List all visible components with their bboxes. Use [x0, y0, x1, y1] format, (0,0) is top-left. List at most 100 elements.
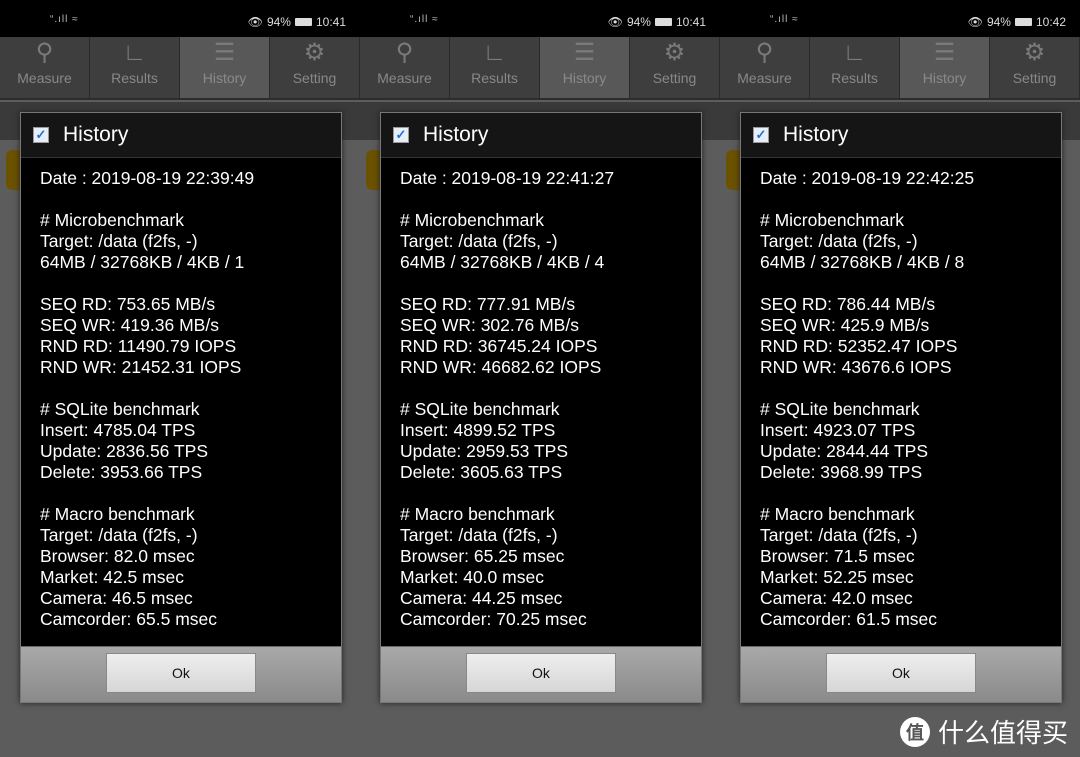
result-line: SEQ WR: 419.36 MB/s	[40, 315, 219, 335]
eye-comfort-icon: 👁︎	[247, 15, 263, 29]
eye-comfort-icon: 👁︎	[967, 15, 983, 29]
result-line: Camera: 44.25 msec	[400, 588, 563, 608]
result-line: Date : 2019-08-19 22:41:27	[400, 168, 615, 188]
ok-button[interactable]: Ok	[826, 653, 976, 693]
ok-button[interactable]: Ok	[106, 653, 256, 693]
tab-setting[interactable]: ⚙ Setting	[270, 37, 360, 98]
tab-history[interactable]: ☰ History	[180, 37, 270, 98]
result-line: SEQ RD: 777.91 MB/s	[400, 294, 576, 314]
tab-label: Setting	[292, 70, 337, 86]
result-line: Browser: 71.5 msec	[760, 546, 915, 566]
history-dialog: ✓ History Date : 2019-08-19 22:42:25 # Mic…	[740, 112, 1062, 703]
watermark-text: 什么值得买	[937, 718, 1068, 748]
dialog-footer: Ok	[741, 646, 1061, 702]
tab-label: Setting	[652, 70, 697, 86]
battery-percent: 94%	[626, 15, 651, 29]
result-line: Target: /data (f2fs, -)	[400, 231, 558, 251]
result-line: Update: 2844.44 TPS	[760, 441, 928, 461]
phone-screen: “.ıll ≈ 👁︎ 94% 10:41 ⚲ Measure ∟ Results ☰ Hist…	[0, 0, 360, 757]
status-bar: “.ıll ≈ 👁︎ 94% 10:41	[0, 0, 360, 37]
result-line: # Macro benchmark	[40, 504, 195, 524]
result-line: Target: /data (f2fs, -)	[40, 231, 198, 251]
result-line: # Macro benchmark	[400, 504, 555, 524]
result-line: Update: 2959.53 TPS	[400, 441, 568, 461]
result-line: Market: 42.5 msec	[40, 567, 184, 587]
result-line: Camera: 46.5 msec	[40, 588, 193, 608]
result-line: Target: /data (f2fs, -)	[760, 231, 918, 251]
result-line: RND WR: 43676.6 IOPS	[760, 357, 952, 377]
result-line: Browser: 65.25 msec	[400, 546, 565, 566]
tab-bar: ⚲ Measure ∟ Results ☰ History ⚙ Setting	[720, 37, 1080, 100]
result-line: SEQ WR: 302.76 MB/s	[400, 315, 579, 335]
tab-setting[interactable]: ⚙ Setting	[990, 37, 1080, 98]
tab-history[interactable]: ☰ History	[540, 37, 630, 98]
result-line: # Microbenchmark	[760, 210, 904, 230]
eye-comfort-icon: 👁︎	[607, 15, 623, 29]
battery-icon	[654, 18, 672, 26]
result-line: Market: 40.0 msec	[400, 567, 544, 587]
tab-results[interactable]: ∟ Results	[810, 37, 900, 98]
tab-label: Results	[111, 70, 158, 86]
tab-label: History	[922, 70, 967, 86]
gear-icon: ⚙	[1023, 39, 1046, 66]
signal-wifi-icon: “.ıll ≈	[50, 14, 79, 25]
result-line: Update: 2836.56 TPS	[40, 441, 208, 461]
tab-bar: ⚲ Measure ∟ Results ☰ History ⚙ Setting	[0, 37, 360, 100]
dialog-title: History	[63, 123, 129, 146]
dialog-header: ✓ History	[21, 113, 341, 158]
battery-icon	[1014, 18, 1032, 26]
gear-icon: ⚙	[303, 39, 326, 66]
result-line: Camcorder: 65.5 msec	[40, 609, 218, 629]
result-line: RND RD: 11490.79 IOPS	[40, 336, 237, 356]
result-line: Target: /data (f2fs, -)	[400, 525, 558, 545]
dialog-title: History	[783, 123, 849, 146]
result-line: # Microbenchmark	[40, 210, 184, 230]
checkbox-icon: ✓	[393, 127, 409, 143]
tab-label: Measure	[17, 70, 72, 86]
clock: 10:41	[315, 15, 346, 29]
tab-label: Results	[831, 70, 878, 86]
tab-results[interactable]: ∟ Results	[450, 37, 540, 98]
tab-measure[interactable]: ⚲ Measure	[0, 37, 90, 98]
chart-icon: ∟	[842, 39, 867, 66]
result-line: Insert: 4785.04 TPS	[40, 420, 196, 440]
ok-button[interactable]: Ok	[466, 653, 616, 693]
result-line: Camcorder: 61.5 msec	[760, 609, 938, 629]
result-line: Camcorder: 70.25 msec	[400, 609, 587, 629]
tab-setting[interactable]: ⚙ Setting	[630, 37, 720, 98]
clock: 10:42	[1035, 15, 1066, 29]
result-line: 64MB / 32768KB / 4KB / 4	[400, 252, 605, 272]
tab-label: Setting	[1012, 70, 1057, 86]
result-line: Camera: 42.0 msec	[760, 588, 913, 608]
tab-bar: ⚲ Measure ∟ Results ☰ History ⚙ Setting	[360, 37, 720, 100]
battery-icon	[294, 18, 312, 26]
search-icon: ⚲	[395, 39, 414, 66]
result-line: SEQ RD: 753.65 MB/s	[40, 294, 216, 314]
result-line: Target: /data (f2fs, -)	[40, 525, 198, 545]
tab-measure[interactable]: ⚲ Measure	[360, 37, 450, 98]
dialog-body: Date : 2019-08-19 22:41:27 # Microbenchma…	[381, 158, 701, 648]
result-line: Delete: 3953.66 TPS	[40, 462, 203, 482]
result-line: RND RD: 52352.47 IOPS	[760, 336, 958, 356]
signal-wifi-icon: “.ıll ≈	[410, 14, 439, 25]
status-bar: “.ıll ≈ 👁︎ 94% 10:41	[360, 0, 720, 37]
tab-results[interactable]: ∟ Results	[90, 37, 180, 98]
result-line: Target: /data (f2fs, -)	[760, 525, 918, 545]
result-line: # Microbenchmark	[400, 210, 544, 230]
tab-history[interactable]: ☰ History	[900, 37, 990, 98]
dialog-body: Date : 2019-08-19 22:42:25 # Microbenchma…	[741, 158, 1061, 648]
result-line: # Macro benchmark	[760, 504, 915, 524]
result-line: SEQ RD: 786.44 MB/s	[760, 294, 936, 314]
dialog-header: ✓ History	[741, 113, 1061, 158]
watermark: 值 什么值得买	[899, 713, 1068, 750]
list-icon: ☰	[573, 39, 596, 66]
tab-measure[interactable]: ⚲ Measure	[720, 37, 810, 98]
watermark-logo: 值	[899, 716, 930, 747]
